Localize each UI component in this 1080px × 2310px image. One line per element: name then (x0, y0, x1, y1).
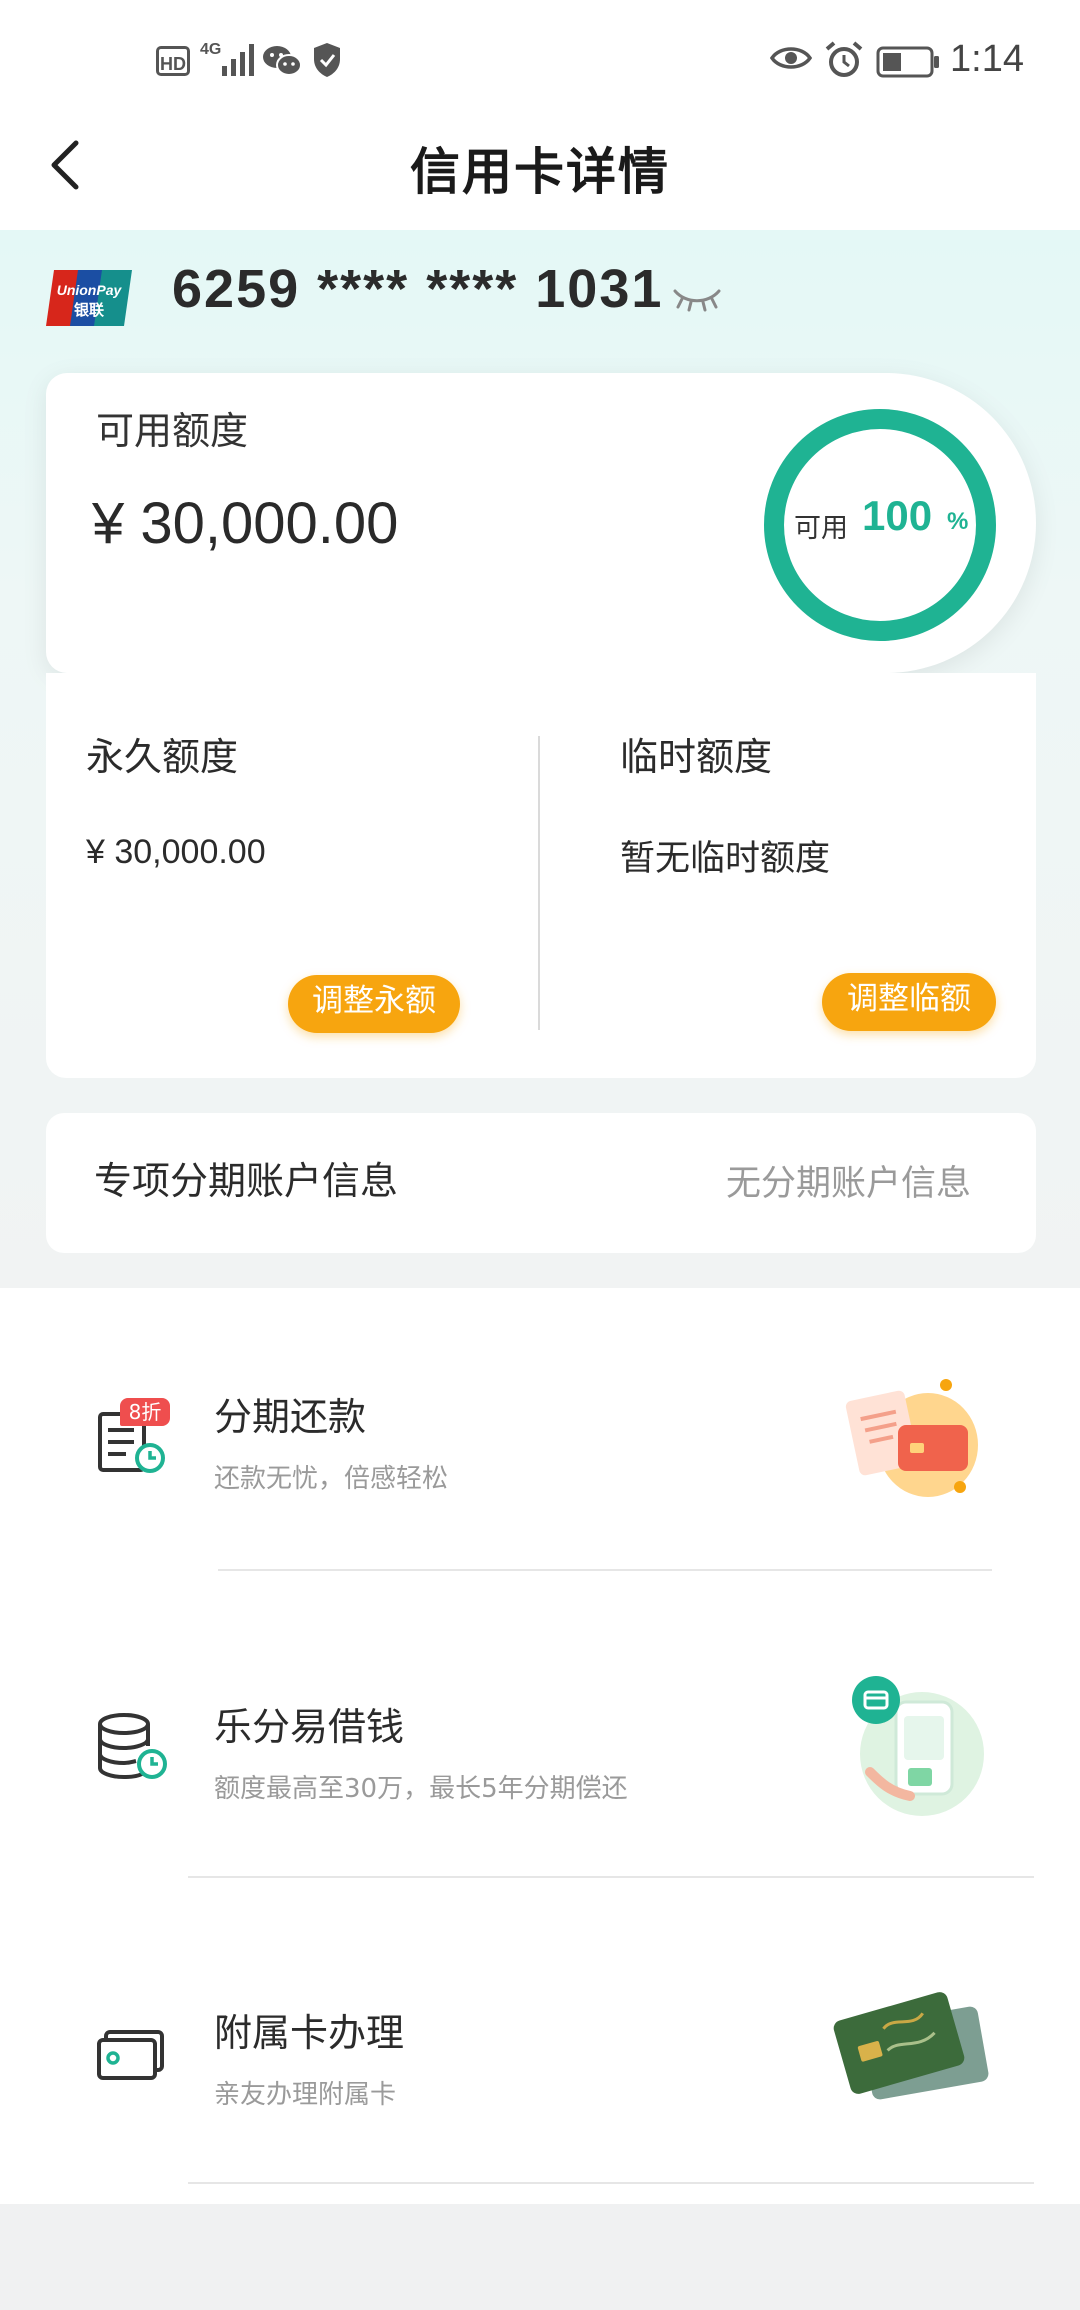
phone-payment-illustration (852, 1676, 984, 1816)
credit-cards-illustration (833, 1992, 989, 2100)
temporary-limit-amount: 暂无临时额度 (620, 839, 831, 879)
service-title: 分期还款 (214, 1395, 367, 1439)
card-receipt-illustration (845, 1379, 978, 1497)
signal-icon (222, 44, 254, 76)
status-time: 1:14 (950, 38, 1024, 80)
network-type: 4G (200, 41, 222, 58)
service-divider (188, 1876, 1034, 1878)
battery-icon (876, 46, 939, 78)
temporary-limit-label: 临时额度 (620, 735, 773, 779)
service-divider (188, 2182, 1034, 2184)
permanent-limit-amount: ¥ 30,000.00 (86, 833, 266, 871)
card-number: 6259 **** **** 1031 (172, 259, 664, 319)
alarm-icon (825, 41, 863, 77)
service-subtitle: 还款无忧，倍感轻松 (214, 1464, 449, 1494)
shield-icon (314, 43, 340, 77)
unionpay-text: UnionPay (57, 282, 123, 298)
wechat-icon (263, 46, 302, 76)
service-subtitle: 额度最高至30万，最长5年分期偿还 (214, 1774, 628, 1804)
ring-percent: 100 (862, 492, 933, 539)
unionpay-text-cn: 银联 (74, 301, 105, 319)
eye-icon (770, 47, 812, 69)
ring-label: 可用 (794, 513, 848, 544)
available-credit-amount: ¥ 30,000.00 (92, 491, 399, 556)
adjust-permanent-limit-button[interactable]: 调整永额 (288, 975, 460, 1033)
installment-account-value: 无分期账户信息 (726, 1164, 972, 1204)
service-title: 乐分易借钱 (214, 1705, 405, 1749)
adjust-temporary-limit-button[interactable]: 调整临额 (822, 973, 996, 1031)
ring-percent-sign: % (947, 508, 969, 535)
limits-divider (538, 736, 540, 1030)
service-subtitle: 亲友办理附属卡 (214, 2080, 397, 2110)
service-title: 附属卡办理 (214, 2011, 405, 2055)
page-title: 信用卡详情 (410, 143, 670, 201)
service-divider (218, 1569, 992, 1571)
hd-icon: HD (156, 46, 190, 76)
discount-badge: 8折 (120, 1398, 170, 1426)
installment-account-label: 专项分期账户信息 (94, 1159, 399, 1203)
unionpay-logo: UnionPay 银联 (46, 270, 132, 326)
available-credit-label: 可用额度 (96, 409, 249, 453)
eye-closed-icon[interactable] (672, 286, 722, 312)
card-icon (97, 2030, 164, 2080)
permanent-limit-label: 永久额度 (86, 735, 239, 779)
coin-stack-clock-icon (98, 1713, 167, 1780)
